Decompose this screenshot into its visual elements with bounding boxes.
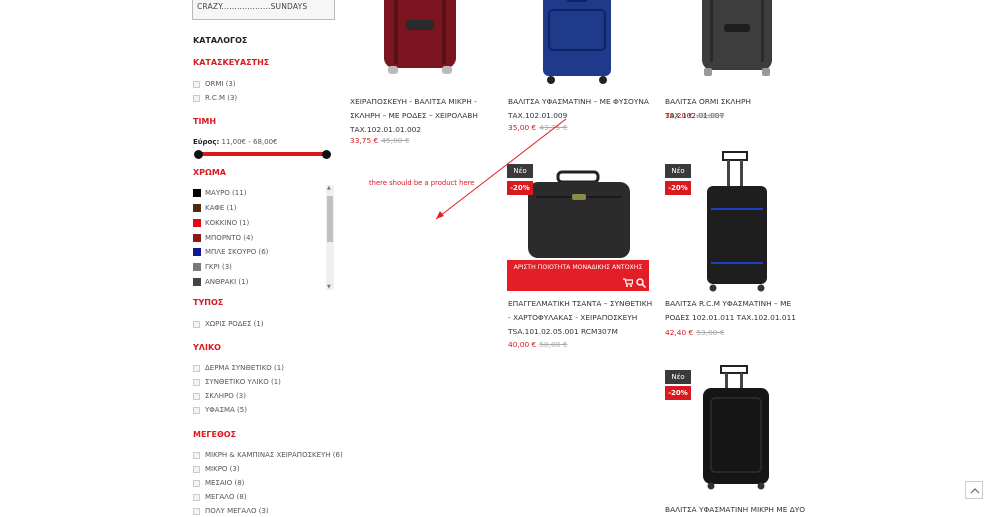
checkbox[interactable] <box>193 80 200 88</box>
checkbox[interactable] <box>193 507 200 515</box>
scroll-down-arrow-icon[interactable]: ▼ <box>327 284 331 290</box>
checkbox[interactable] <box>193 493 200 501</box>
color-list-scrollbar[interactable]: ▲ ▼ <box>326 185 334 290</box>
filter-color-red[interactable]: ΚΟΚΚΙΝΟ (1) <box>193 219 249 227</box>
type-heading: ΤΥΠΟΣ <box>193 298 224 307</box>
catalog-heading: ΚΑΤΑΛΟΓΟΣ <box>193 36 248 45</box>
product-image-blue-suitcase[interactable] <box>537 0 619 86</box>
color-swatch <box>193 248 201 256</box>
product-price: 33,75 €45,00 € <box>350 136 410 145</box>
filter-manufacturer-ormi[interactable]: ORMI (3) <box>193 80 236 88</box>
filter-type-no-wheels[interactable]: ΧΩΡΙΣ ΡΟΔΕΣ (1) <box>193 320 264 328</box>
manufacturer-heading: ΚΑΤΑΣΚΕΥΑΣΤΗΣ <box>193 58 270 67</box>
product-price: 42,40 €53,00 € <box>665 328 725 337</box>
filter-color-black[interactable]: ΜΑΥΡΟ (11) <box>193 189 246 197</box>
filter-color-brown[interactable]: ΚΑΦΕ (1) <box>193 204 236 212</box>
material-heading: ΥΛΙΚΟ <box>193 343 221 352</box>
filter-color-grey[interactable]: ΓΚΡΙ (3) <box>193 263 232 271</box>
checkbox[interactable] <box>193 479 200 487</box>
color-swatch <box>193 263 201 271</box>
filter-color-bordeaux[interactable]: ΜΠΟΡΝΤΟ (4) <box>193 234 253 242</box>
product-image-grey-suitcase[interactable] <box>696 0 778 80</box>
filter-size-small[interactable]: ΜΙΚΡΟ (3) <box>193 465 240 473</box>
badge-new: Νέο <box>665 164 691 178</box>
filter-size-cabin[interactable]: ΜΙΚΡΗ & ΚΑΜΠΙΝΑΣ ΧΕΙΡΑΠΟΣΚΕΥΗ (6) <box>193 451 343 459</box>
zoom-icon[interactable] <box>636 278 646 288</box>
product-image-red-suitcase[interactable] <box>378 0 466 80</box>
checkbox[interactable] <box>193 94 200 102</box>
filter-material-synthetic[interactable]: ΣΥΝΘΕΤΙΚΟ ΥΛΙΚΟ (1) <box>193 378 281 386</box>
promo-text: ΑΡΙΣΤΗ ΠΟΙΟΤΗΤΑ ΜΟΝΑΔΙΚΗΣ ΑΝΤΟΧΗΣ <box>513 264 643 271</box>
price-slider-min-handle[interactable] <box>194 150 203 159</box>
filter-color-dark-blue[interactable]: ΜΠΛΕ ΣΚΟΥΡΟ (6) <box>193 248 268 256</box>
checkbox[interactable] <box>193 451 200 459</box>
price-range-text: Εύρος: 11,00€ - 68,00€ <box>193 138 278 146</box>
filter-material-hard[interactable]: ΣΚΛΗΡΟ (3) <box>193 392 246 400</box>
color-swatch <box>193 204 201 212</box>
color-heading: ΧΡΩΜΑ <box>193 168 226 177</box>
price-slider-track[interactable] <box>198 152 326 156</box>
color-swatch <box>193 234 201 242</box>
product-title[interactable]: ΕΠΑΓΓΕΛΜΑΤΙΚΗ ΤΣΑΝΤΑ – ΣΥΝΘΕΤΙΚΗ - ΧΑΡΤΟ… <box>508 297 654 339</box>
checkbox[interactable] <box>193 392 200 400</box>
coupon-box: CRAZY...................SUNDAYS <box>192 0 335 20</box>
badge-new: Νέο <box>665 370 691 384</box>
checkbox[interactable] <box>193 364 200 372</box>
product-promo-bar: ΑΡΙΣΤΗ ΠΟΙΟΤΗΤΑ ΜΟΝΑΔΙΚΗΣ ΑΝΤΟΧΗΣ <box>507 260 649 291</box>
filter-color-anthracite[interactable]: ΑΝΘΡΑΚΙ (1) <box>193 278 248 286</box>
filter-material-synthetic-leather[interactable]: ΔΕΡΜΑ ΣΥΝΘΕΤΙΚΟ (1) <box>193 364 284 372</box>
filter-size-medium[interactable]: ΜΕΣΑΙΟ (8) <box>193 479 244 487</box>
filter-manufacturer-rcm[interactable]: R.C.M (3) <box>193 94 237 102</box>
filter-material-fabric[interactable]: ΥΦΑΣΜΑ (5) <box>193 406 247 414</box>
product-title[interactable]: ΒΑΛΙΤΣΑ R.C.M ΥΦΑΣΜΑΤΙΝΗ – ΜΕ ΡΟΔΕΣ 102.… <box>665 297 811 325</box>
checkbox[interactable] <box>193 465 200 473</box>
checkbox[interactable] <box>193 320 200 328</box>
chevron-up-icon <box>970 488 980 494</box>
size-heading: ΜΕΓΕΘΟΣ <box>193 430 237 439</box>
coupon-text: CRAZY...................SUNDAYS <box>197 2 308 11</box>
product-image-black-rcm-suitcase[interactable] <box>697 150 777 292</box>
filter-size-large[interactable]: ΜΕΓΑΛΟ (8) <box>193 493 247 501</box>
cart-icon[interactable] <box>623 278 633 287</box>
price-heading: ΤΙΜΗ <box>193 117 217 126</box>
product-price: 39,20 €49,00 € <box>665 111 725 120</box>
price-slider-max-handle[interactable] <box>322 150 331 159</box>
product-title[interactable]: ΒΑΛΙΤΣΑ ΥΦΑΣΜΑΤΙΝΗ ΜΙΚΡΗ ΜΕ ΔΥΟ <box>665 503 811 517</box>
color-swatch <box>193 278 201 286</box>
product-image-black-fabric-suitcase[interactable] <box>697 364 777 494</box>
color-swatch <box>193 219 201 227</box>
badge-discount: -20% <box>665 181 691 195</box>
scrollbar-thumb[interactable] <box>327 196 333 242</box>
badge-discount: -20% <box>665 386 691 400</box>
checkbox[interactable] <box>193 406 200 414</box>
scroll-up-arrow-icon[interactable]: ▲ <box>327 185 331 191</box>
back-to-top-button[interactable] <box>965 481 983 499</box>
filter-size-extra-large[interactable]: ΠΟΛΥ ΜΕΓΑΛΟ (3) <box>193 507 269 515</box>
annotation-arrow-icon <box>435 118 567 220</box>
product-price: 40,00 €50,00 € <box>508 340 568 349</box>
checkbox[interactable] <box>193 378 200 386</box>
color-swatch <box>193 189 201 197</box>
